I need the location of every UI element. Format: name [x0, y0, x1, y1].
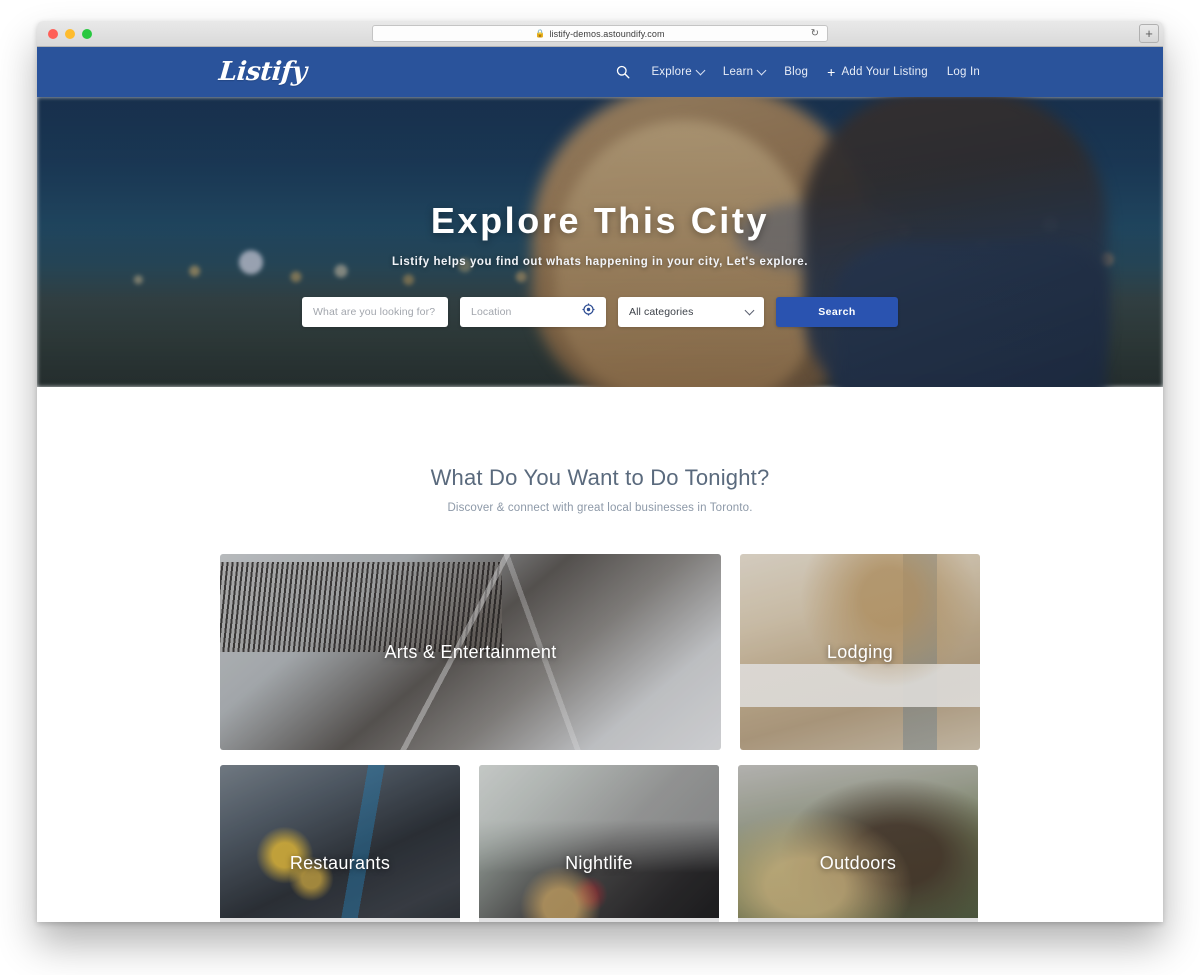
- category-card-label: Lodging: [827, 642, 893, 663]
- category-card-nightlife[interactable]: Nightlife: [479, 765, 719, 922]
- category-card-tint: [738, 765, 978, 922]
- category-card-label: Nightlife: [565, 853, 633, 874]
- nav-item-log-in[interactable]: Log In: [947, 66, 980, 78]
- plus-icon: +: [827, 65, 835, 79]
- category-card-label: Restaurants: [290, 853, 390, 874]
- category-card-grid: Arts & Entertainment Lodging Restaurants: [220, 554, 980, 922]
- nav-menu: Explore Learn Blog + Add Your Listing Lo…: [616, 65, 980, 79]
- category-card-label: Arts & Entertainment: [384, 642, 556, 663]
- new-tab-button[interactable]: +: [1139, 24, 1159, 43]
- section-subtitle: Discover & connect with great local busi…: [37, 502, 1163, 514]
- browser-chrome: 🔒 listify-demos.astoundify.com ↻ +: [37, 21, 1163, 47]
- crosshair-locate-icon[interactable]: [582, 303, 595, 321]
- search-icon[interactable]: [616, 65, 630, 79]
- keyword-placeholder: What are you looking for?: [313, 306, 435, 318]
- window-controls: [48, 29, 92, 39]
- address-bar[interactable]: 🔒 listify-demos.astoundify.com ↻: [372, 25, 828, 42]
- location-placeholder: Location: [471, 306, 512, 318]
- category-card-outdoors[interactable]: Outdoors: [738, 765, 978, 922]
- category-select[interactable]: All categories: [618, 297, 764, 327]
- site-logo[interactable]: Listify: [218, 57, 308, 87]
- nav-item-label: Add Your Listing: [841, 66, 927, 78]
- site-navbar: Listify Explore Learn Blog: [37, 47, 1163, 97]
- nav-item-label: Log In: [947, 66, 980, 78]
- minimize-window-button[interactable]: [65, 29, 75, 39]
- hero-content: Explore This City Listify helps you find…: [37, 97, 1163, 327]
- nav-item-label: Blog: [784, 66, 808, 78]
- hero-search-bar: What are you looking for? Location: [37, 297, 1163, 327]
- browser-window: 🔒 listify-demos.astoundify.com ↻ + Listi…: [37, 21, 1163, 922]
- hero-subtitle: Listify helps you find out whats happeni…: [37, 256, 1163, 268]
- category-card-tint: [220, 765, 460, 922]
- hero-title: Explore This City: [37, 200, 1163, 242]
- category-card-arts-entertainment[interactable]: Arts & Entertainment: [220, 554, 721, 750]
- nav-item-learn[interactable]: Learn: [723, 66, 765, 78]
- nav-item-add-your-listing[interactable]: + Add Your Listing: [827, 65, 928, 79]
- category-card-row: Restaurants Nightlife Outdoors: [220, 765, 980, 922]
- chevron-down-icon: [745, 305, 755, 315]
- category-card-lodging[interactable]: Lodging: [740, 554, 980, 750]
- location-search-input[interactable]: Location: [460, 297, 606, 327]
- nav-item-explore[interactable]: Explore: [651, 66, 703, 78]
- category-card-tint: [479, 765, 719, 922]
- categories-section: What Do You Want to Do Tonight? Discover…: [37, 387, 1163, 922]
- nav-item-label: Learn: [723, 66, 753, 78]
- keyword-search-input[interactable]: What are you looking for?: [302, 297, 448, 327]
- search-button[interactable]: Search: [776, 297, 898, 327]
- lock-icon: 🔒: [535, 30, 545, 38]
- chevron-down-icon: [695, 65, 705, 75]
- category-selected-value: All categories: [629, 306, 693, 318]
- close-window-button[interactable]: [48, 29, 58, 39]
- nav-item-label: Explore: [651, 66, 691, 78]
- category-card-row: Arts & Entertainment Lodging: [220, 554, 980, 750]
- url-text: listify-demos.astoundify.com: [549, 29, 664, 39]
- section-title: What Do You Want to Do Tonight?: [37, 465, 1163, 491]
- category-card-label: Outdoors: [820, 853, 896, 874]
- category-card-restaurants[interactable]: Restaurants: [220, 765, 460, 922]
- reload-icon[interactable]: ↻: [811, 29, 819, 39]
- chevron-down-icon: [757, 65, 767, 75]
- page-viewport: Listify Explore Learn Blog: [37, 47, 1163, 922]
- nav-item-blog[interactable]: Blog: [784, 66, 808, 78]
- maximize-window-button[interactable]: [82, 29, 92, 39]
- hero-section: Explore This City Listify helps you find…: [37, 97, 1163, 387]
